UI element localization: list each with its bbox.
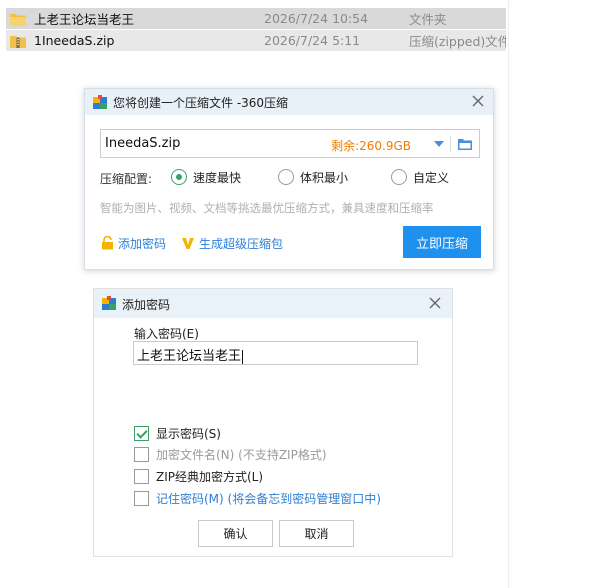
- browse-folder-icon[interactable]: [458, 137, 472, 151]
- checkbox-label: ZIP经典加密方式(L): [156, 469, 264, 484]
- chevron-down-icon[interactable]: [433, 139, 445, 149]
- encrypt-filename-checkbox[interactable]: 加密文件名(N) (不支持ZIP格式): [134, 446, 327, 462]
- confirm-button[interactable]: 确认: [198, 520, 273, 547]
- zip-file-icon: [10, 35, 26, 48]
- add-password-dialog: 添加密码 输入密码(E) 上老王论坛当老王 显示密码(S) 加密文件名(N) (…: [93, 288, 453, 557]
- checkbox-checked-icon: [134, 425, 149, 441]
- file-name: 上老王论坛当老王: [34, 12, 135, 27]
- text-caret: [242, 349, 244, 364]
- password-label: 输入密码(E): [134, 327, 199, 341]
- checkbox-label: 加密文件名(N) (不支持ZIP格式): [156, 447, 327, 462]
- dialog-titlebar: 您将创建一个压缩文件 -360压缩: [85, 89, 493, 115]
- password-input[interactable]: 上老王论坛当老王: [133, 341, 418, 365]
- compress-now-button[interactable]: 立即压缩: [403, 226, 481, 258]
- file-row-folder[interactable]: 上老王论坛当老王 2026/7/24 10:54 文件夹: [6, 8, 506, 29]
- radio-label: 体积最小: [300, 170, 349, 185]
- radio-custom[interactable]: 自定义: [391, 168, 449, 186]
- pane-divider: [508, 0, 509, 588]
- zip-classic-encryption-checkbox[interactable]: ZIP经典加密方式(L): [134, 468, 263, 484]
- 360-zip-logo-icon: [102, 296, 116, 310]
- compress-dialog: 您将创建一个压缩文件 -360压缩 IneedaS.zip 剩余:260.9GB…: [84, 88, 494, 270]
- cancel-button[interactable]: 取消: [279, 520, 354, 547]
- password-text: 上老王论坛当老王: [137, 349, 242, 364]
- divider: [450, 136, 451, 152]
- file-date: 2026/7/24 5:11: [264, 33, 361, 48]
- add-password-label: 添加密码: [118, 236, 167, 251]
- radio-label: 自定义: [413, 170, 450, 185]
- dialog-title: 添加密码: [122, 298, 171, 312]
- folder-icon: [10, 13, 26, 26]
- add-password-link[interactable]: 添加密码: [101, 235, 166, 251]
- radio-off-icon: [391, 169, 407, 185]
- file-name: 1IneedaS.zip: [34, 33, 115, 48]
- smart-compress-hint: 智能为图片、视频、文档等挑选最优压缩方式，兼具速度和压缩率: [100, 201, 434, 215]
- v-badge-icon: [182, 238, 194, 249]
- checkbox-unchecked-icon: [134, 468, 149, 484]
- file-date: 2026/7/24 10:54: [264, 11, 369, 26]
- super-compress-label: 生成超级压缩包: [199, 236, 284, 251]
- compress-config-label: 压缩配置:: [100, 172, 153, 186]
- lock-icon: [102, 236, 113, 250]
- archive-path-input[interactable]: IneedaS.zip 剩余:260.9GB: [100, 129, 480, 158]
- checkbox-label: 显示密码(S): [156, 426, 221, 441]
- radio-label: 速度最快: [193, 170, 242, 185]
- super-compress-link[interactable]: 生成超级压缩包: [181, 235, 283, 251]
- remaining-space: 剩余:260.9GB: [331, 139, 411, 153]
- 360-zip-logo-icon: [93, 95, 107, 109]
- file-row-zip[interactable]: 1IneedaS.zip 2026/7/24 5:11 压缩(zipped)文件: [6, 30, 506, 51]
- close-icon[interactable]: [469, 92, 487, 110]
- remember-password-checkbox[interactable]: 记住密码(M) (将会备忘到密码管理窗口中): [134, 490, 381, 506]
- dialog-title: 您将创建一个压缩文件 -360压缩: [113, 96, 289, 110]
- checkbox-label: 记住密码(M) (将会备忘到密码管理窗口中): [156, 491, 381, 506]
- password-value: 上老王论坛当老王: [137, 345, 244, 364]
- radio-off-icon: [278, 169, 294, 185]
- close-icon[interactable]: [426, 294, 444, 312]
- dialog-titlebar: 添加密码: [94, 289, 452, 318]
- file-type: 压缩(zipped)文件: [409, 34, 506, 49]
- radio-fastest[interactable]: 速度最快: [171, 168, 241, 186]
- archive-path-value: IneedaS.zip: [105, 136, 181, 151]
- checkbox-unchecked-icon: [134, 490, 149, 506]
- radio-on-icon: [171, 169, 187, 185]
- show-password-checkbox[interactable]: 显示密码(S): [134, 425, 221, 441]
- file-type: 文件夹: [409, 12, 447, 27]
- radio-smallest[interactable]: 体积最小: [278, 168, 348, 186]
- checkbox-unchecked-icon: [134, 446, 149, 462]
